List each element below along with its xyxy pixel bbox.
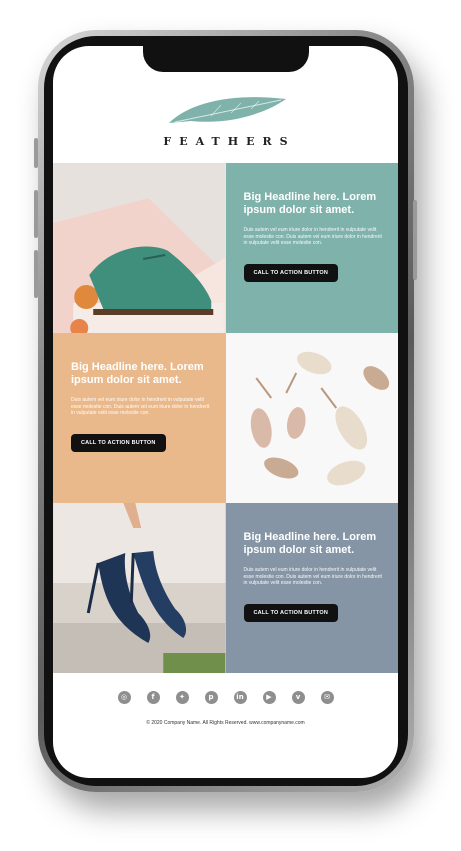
body-text: Duis autem vel eum iriure dolor in hendr… <box>243 567 382 587</box>
heels-illustration <box>225 333 398 503</box>
content-row: Big Headline here. Lorem ipsum dolor sit… <box>53 333 398 503</box>
navy-heels-illustration <box>53 503 226 673</box>
email-footer: ◎ f ✦ p in ▶ v ✉ © 2020 Company Name. Al… <box>53 691 398 726</box>
instagram-icon[interactable]: ◎ <box>117 691 131 704</box>
body-text: Duis autem vel eum iriure dolor in hendr… <box>243 227 382 247</box>
headline: Big Headline here. Lorem ipsum dolor sit… <box>243 531 377 556</box>
product-image-heels-collection[interactable] <box>225 333 398 503</box>
social-icons: ◎ f ✦ p in ▶ v ✉ <box>53 691 398 704</box>
content-row: Big Headline here. Lorem ipsum dolor sit… <box>53 163 398 333</box>
copyright-text: © 2020 Company Name. All Rights Reserved… <box>146 720 305 726</box>
product-image-navy-heels[interactable] <box>53 503 226 673</box>
content-row: Big Headline here. Lorem ipsum dolor sit… <box>53 503 398 673</box>
product-image-green-shoe[interactable] <box>53 163 226 333</box>
twitter-icon[interactable]: ✦ <box>175 691 189 704</box>
power-button <box>413 200 417 280</box>
youtube-icon[interactable]: ▶ <box>262 691 276 704</box>
volume-up-button <box>34 190 38 238</box>
body-text: Duis autem vel eum iriure dolor in hendr… <box>71 397 210 417</box>
volume-down-button <box>34 250 38 298</box>
vimeo-icon[interactable]: v <box>291 691 305 704</box>
facebook-icon[interactable]: f <box>146 691 160 704</box>
headline: Big Headline here. Lorem ipsum dolor sit… <box>71 361 204 386</box>
call-to-action-button[interactable]: CALL TO ACTION BUTTON <box>71 433 166 452</box>
call-to-action-button[interactable]: CALL TO ACTION BUTTON <box>243 263 339 282</box>
linkedin-icon[interactable]: in <box>233 691 247 704</box>
green-shoe-illustration <box>53 163 226 333</box>
brand-name: FEATHERS <box>163 135 296 148</box>
pinterest-icon[interactable]: p <box>204 691 218 704</box>
email-screen: FEATHERS Big Headline here. Lorem ipsum … <box>53 46 398 778</box>
feather-icon <box>168 97 286 123</box>
promo-block-1: Big Headline here. Lorem ipsum dolor sit… <box>225 163 398 333</box>
promo-block-2: Big Headline here. Lorem ipsum dolor sit… <box>53 333 226 503</box>
mute-switch <box>34 138 38 168</box>
email-icon[interactable]: ✉ <box>320 691 334 704</box>
headline: Big Headline here. Lorem ipsum dolor sit… <box>243 191 377 216</box>
content-grid: Big Headline here. Lorem ipsum dolor sit… <box>53 163 398 673</box>
brand-logo[interactable]: FEATHERS <box>53 91 398 148</box>
promo-block-3: Big Headline here. Lorem ipsum dolor sit… <box>225 503 398 673</box>
phone-notch <box>143 46 309 72</box>
call-to-action-button[interactable]: CALL TO ACTION BUTTON <box>243 603 339 622</box>
